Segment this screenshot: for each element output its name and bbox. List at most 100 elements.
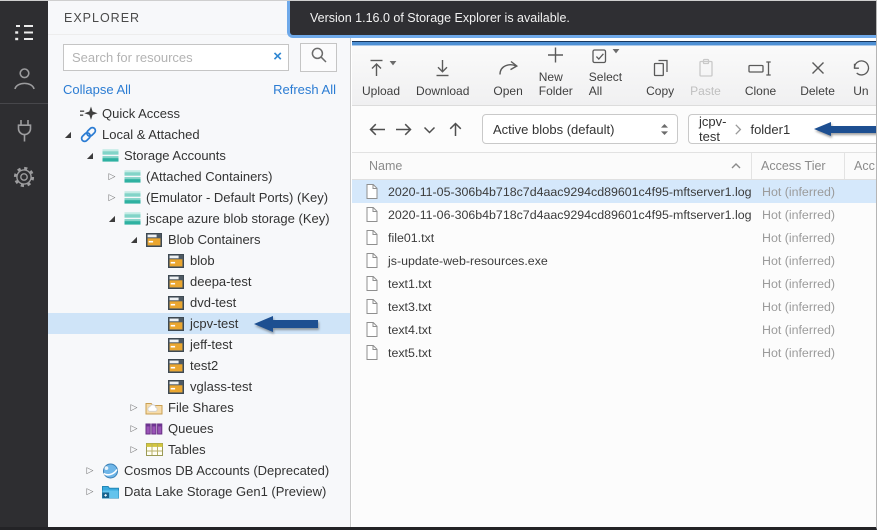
blob-name-cell: js-update-web-resources.exe	[352, 253, 753, 268]
tree-item-label: Cosmos DB Accounts (Deprecated)	[124, 463, 330, 478]
expand-toggle-icon[interactable]: ▷	[124, 423, 144, 434]
blob-row-text1-txt[interactable]: text1.txt Hot (inferred)	[352, 272, 876, 295]
clear-search-icon[interactable]: ×	[273, 48, 282, 66]
search-input[interactable]	[63, 44, 289, 71]
collapse-all-link[interactable]: Collapse All	[63, 82, 131, 97]
tree-item-storage-accounts[interactable]: ◢ Storage Accounts	[48, 145, 350, 166]
up-arrow-icon[interactable]	[442, 117, 468, 141]
collapse-toggle-icon[interactable]: ◢	[102, 214, 122, 223]
copy-icon	[650, 56, 671, 80]
explorer-tree-icon[interactable]	[0, 9, 48, 55]
annotation-arrow	[814, 122, 876, 136]
queue-icon	[144, 422, 164, 436]
expand-toggle-icon[interactable]: ▷	[80, 465, 100, 476]
column-header-name[interactable]: Name	[352, 159, 751, 173]
blob-name-cell: text1.txt	[352, 276, 753, 291]
blob-row-file01-txt[interactable]: file01.txt Hot (inferred)	[352, 226, 876, 249]
blob-name: 2020-11-06-306b4b718c7d4aac9294cd89601c4…	[388, 207, 752, 222]
expand-toggle-icon[interactable]: ▷	[102, 171, 122, 182]
tree-item-test2[interactable]: test2	[48, 355, 350, 376]
storage-accounts-icon	[122, 169, 142, 184]
toolbar-button-label: Select All	[588, 70, 623, 98]
cosmos-db-icon	[100, 463, 120, 479]
blob-row-text3-txt[interactable]: text3.txt Hot (inferred)	[352, 295, 876, 318]
tree-item-jscape-azure-blob-storage-key[interactable]: ◢ jscape azure blob storage (Key)	[48, 208, 350, 229]
collapse-toggle-icon[interactable]: ◢	[124, 235, 144, 244]
blob-view-select[interactable]: Active blobs (default)	[482, 114, 678, 144]
back-arrow-icon[interactable]	[364, 117, 390, 141]
tree-item-blob[interactable]: blob	[48, 250, 350, 271]
copy-button[interactable]: Copy	[638, 46, 682, 105]
collapse-toggle-icon[interactable]: ◢	[58, 130, 78, 139]
upload-icon	[366, 56, 397, 80]
tree-item-deepa-test[interactable]: deepa-test	[48, 271, 350, 292]
blob-name-cell: file01.txt	[352, 230, 753, 245]
tree-item-jcpv-test[interactable]: jcpv-test	[48, 313, 350, 334]
tree-item-label: Storage Accounts	[124, 148, 226, 163]
open-button[interactable]: Open	[485, 46, 530, 105]
tree-item-label: Local & Attached	[102, 127, 200, 142]
column-header-clipped[interactable]: Acc	[845, 159, 876, 173]
blob-name: text4.txt	[388, 322, 432, 337]
tree-item-emulator-default-ports-key[interactable]: ▷ (Emulator - Default Ports) (Key)	[48, 187, 350, 208]
search-button[interactable]	[300, 43, 337, 72]
file-icon	[366, 207, 378, 222]
forward-arrow-icon[interactable]	[390, 117, 416, 141]
chevron-down-icon[interactable]	[416, 117, 442, 141]
blob-container-icon	[166, 274, 186, 289]
update-notification[interactable]: Version 1.16.0 of Storage Explorer is av…	[287, 1, 876, 38]
storage-explorer-window: EXPLORER × Collapse All Refresh All Quic…	[0, 0, 877, 530]
undelete-icon	[851, 56, 871, 80]
access-tier-cell: Hot (inferred)	[762, 253, 835, 268]
collapse-toggle-icon[interactable]: ◢	[80, 151, 100, 160]
tree-item-local-attached[interactable]: ◢ Local & Attached	[48, 124, 350, 145]
expand-toggle-icon[interactable]: ▷	[124, 444, 144, 455]
expand-toggle-icon[interactable]: ▷	[80, 486, 100, 497]
toolbar-button-label: Delete	[800, 84, 835, 98]
annotation-arrow	[254, 315, 319, 332]
blob-row-text4-txt[interactable]: text4.txt Hot (inferred)	[352, 318, 876, 341]
un-button[interactable]: Un	[843, 46, 876, 105]
upload-button[interactable]: Upload	[354, 46, 408, 105]
blob-container-icon	[144, 232, 164, 247]
column-header-access-tier[interactable]: Access Tier	[752, 159, 844, 173]
breadcrumb-segment-folder[interactable]: folder1	[750, 122, 790, 137]
tree-item-dvd-test[interactable]: dvd-test	[48, 292, 350, 313]
file-icon	[366, 299, 378, 314]
tree-item-label: Queues	[168, 421, 214, 436]
data-lake-icon	[100, 484, 120, 499]
select-all-button[interactable]: Select All	[581, 46, 630, 105]
tree-item-tables[interactable]: ▷ Tables	[48, 439, 350, 460]
breadcrumb[interactable]: jcpv-test folder1	[688, 114, 876, 144]
tree-item-queues[interactable]: ▷ Queues	[48, 418, 350, 439]
file-icon	[366, 345, 378, 360]
blob-row-text5-txt[interactable]: text5.txt Hot (inferred)	[352, 341, 876, 364]
plug-icon[interactable]	[0, 108, 48, 154]
clone-button[interactable]: Clone	[737, 46, 784, 105]
tree-item-quick-access[interactable]: Quick Access	[48, 103, 350, 124]
access-tier-cell: Hot (inferred)	[762, 184, 835, 199]
blob-row-2020-11-05-306b4b718c7d4aac9294cd89601c4f95-mftserver1-log[interactable]: 2020-11-05-306b4b718c7d4aac9294cd89601c4…	[352, 180, 876, 203]
table-header: Name Access Tier Acc	[352, 153, 876, 180]
tree-item-attached-containers[interactable]: ▷ (Attached Containers)	[48, 166, 350, 187]
tree-item-blob-containers[interactable]: ◢ Blob Containers	[48, 229, 350, 250]
tree-item-jeff-test[interactable]: jeff-test	[48, 334, 350, 355]
download-button[interactable]: Download	[408, 46, 477, 105]
toolbar-button-label: Upload	[362, 84, 401, 98]
gear-icon[interactable]	[0, 154, 48, 200]
breadcrumb-segment-container[interactable]: jcpv-test	[699, 115, 726, 143]
tree-item-vglass-test[interactable]: vglass-test	[48, 376, 350, 397]
file-icon	[366, 322, 378, 337]
person-icon[interactable]	[0, 55, 48, 101]
refresh-all-link[interactable]: Refresh All	[273, 82, 336, 97]
tree-item-cosmos-db-accounts-deprecated[interactable]: ▷ Cosmos DB Accounts (Deprecated)	[48, 460, 350, 481]
blob-row-js-update-web-resources-exe[interactable]: js-update-web-resources.exe Hot (inferred…	[352, 249, 876, 272]
tree-item-file-shares[interactable]: ▷ File Shares	[48, 397, 350, 418]
expand-toggle-icon[interactable]: ▷	[102, 192, 122, 203]
blob-row-2020-11-06-306b4b718c7d4aac9294cd89601c4f95-mftserver1-log[interactable]: 2020-11-06-306b4b718c7d4aac9294cd89601c4…	[352, 203, 876, 226]
expand-toggle-icon[interactable]: ▷	[124, 402, 144, 413]
new-folder-button[interactable]: New Folder	[531, 46, 581, 105]
select-all-icon	[590, 46, 620, 66]
delete-button[interactable]: Delete	[792, 46, 843, 105]
tree-item-data-lake-storage-gen1-preview[interactable]: ▷ Data Lake Storage Gen1 (Preview)	[48, 481, 350, 502]
